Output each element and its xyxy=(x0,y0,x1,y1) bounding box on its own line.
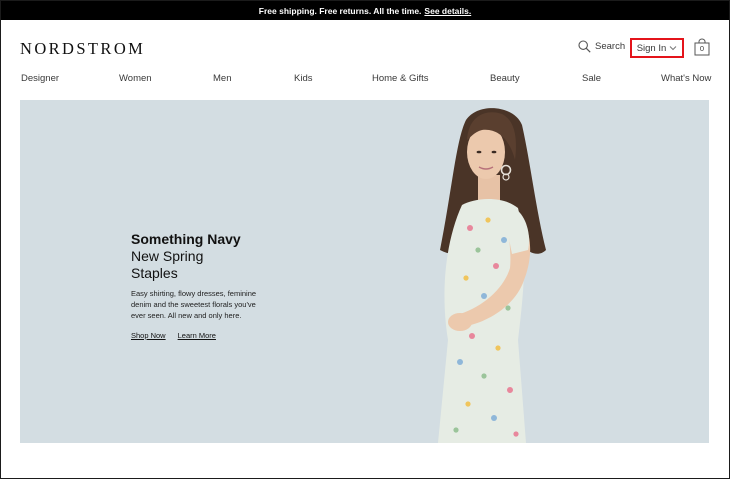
learn-more-link[interactable]: Learn More xyxy=(178,331,216,340)
nav-item-home-gifts[interactable]: Home & Gifts xyxy=(372,73,429,84)
shop-now-link[interactable]: Shop Now xyxy=(131,331,166,340)
bag-count: 0 xyxy=(699,44,705,53)
hero-subtitle-line2: Staples xyxy=(131,265,178,281)
model-photo xyxy=(438,108,546,443)
chevron-down-icon xyxy=(669,46,677,51)
hero-links: Shop Now Learn More xyxy=(131,331,261,340)
sign-in-button[interactable]: Sign In xyxy=(630,38,684,58)
nav-item-sale[interactable]: Sale xyxy=(582,73,601,84)
hero-copy: Something Navy New Spring Staples Easy s… xyxy=(131,231,261,340)
main-nav: Designer Women Men Kids Home & Gifts Bea… xyxy=(21,73,711,87)
hero-body-text: Easy shirting, flowy dresses, feminine d… xyxy=(131,289,257,320)
nav-item-designer[interactable]: Designer xyxy=(21,73,59,84)
nav-item-beauty[interactable]: Beauty xyxy=(490,73,520,84)
nordstrom-logo[interactable]: NORDSTROM xyxy=(20,39,145,59)
search-icon xyxy=(578,40,591,53)
hero-title: Something Navy xyxy=(131,231,241,247)
nav-item-women[interactable]: Women xyxy=(119,73,152,84)
nav-item-men[interactable]: Men xyxy=(213,73,231,84)
sign-in-label: Sign In xyxy=(636,42,667,54)
search-label: Search xyxy=(595,41,626,52)
promo-text: Free shipping. Free returns. All the tim… xyxy=(258,5,422,16)
search-button[interactable]: Search xyxy=(578,40,625,53)
see-details-link[interactable]: See details. xyxy=(424,6,471,16)
hero-banner[interactable]: Something Navy New Spring Staples Easy s… xyxy=(20,100,709,443)
nav-item-kids[interactable]: Kids xyxy=(294,73,312,84)
promo-bar: Free shipping. Free returns. All the tim… xyxy=(1,1,729,20)
nav-item-whats-now[interactable]: What's Now xyxy=(661,73,711,84)
hero-subtitle-line1: New Spring xyxy=(131,248,204,264)
shopping-bag-button[interactable]: 0 xyxy=(693,38,711,56)
